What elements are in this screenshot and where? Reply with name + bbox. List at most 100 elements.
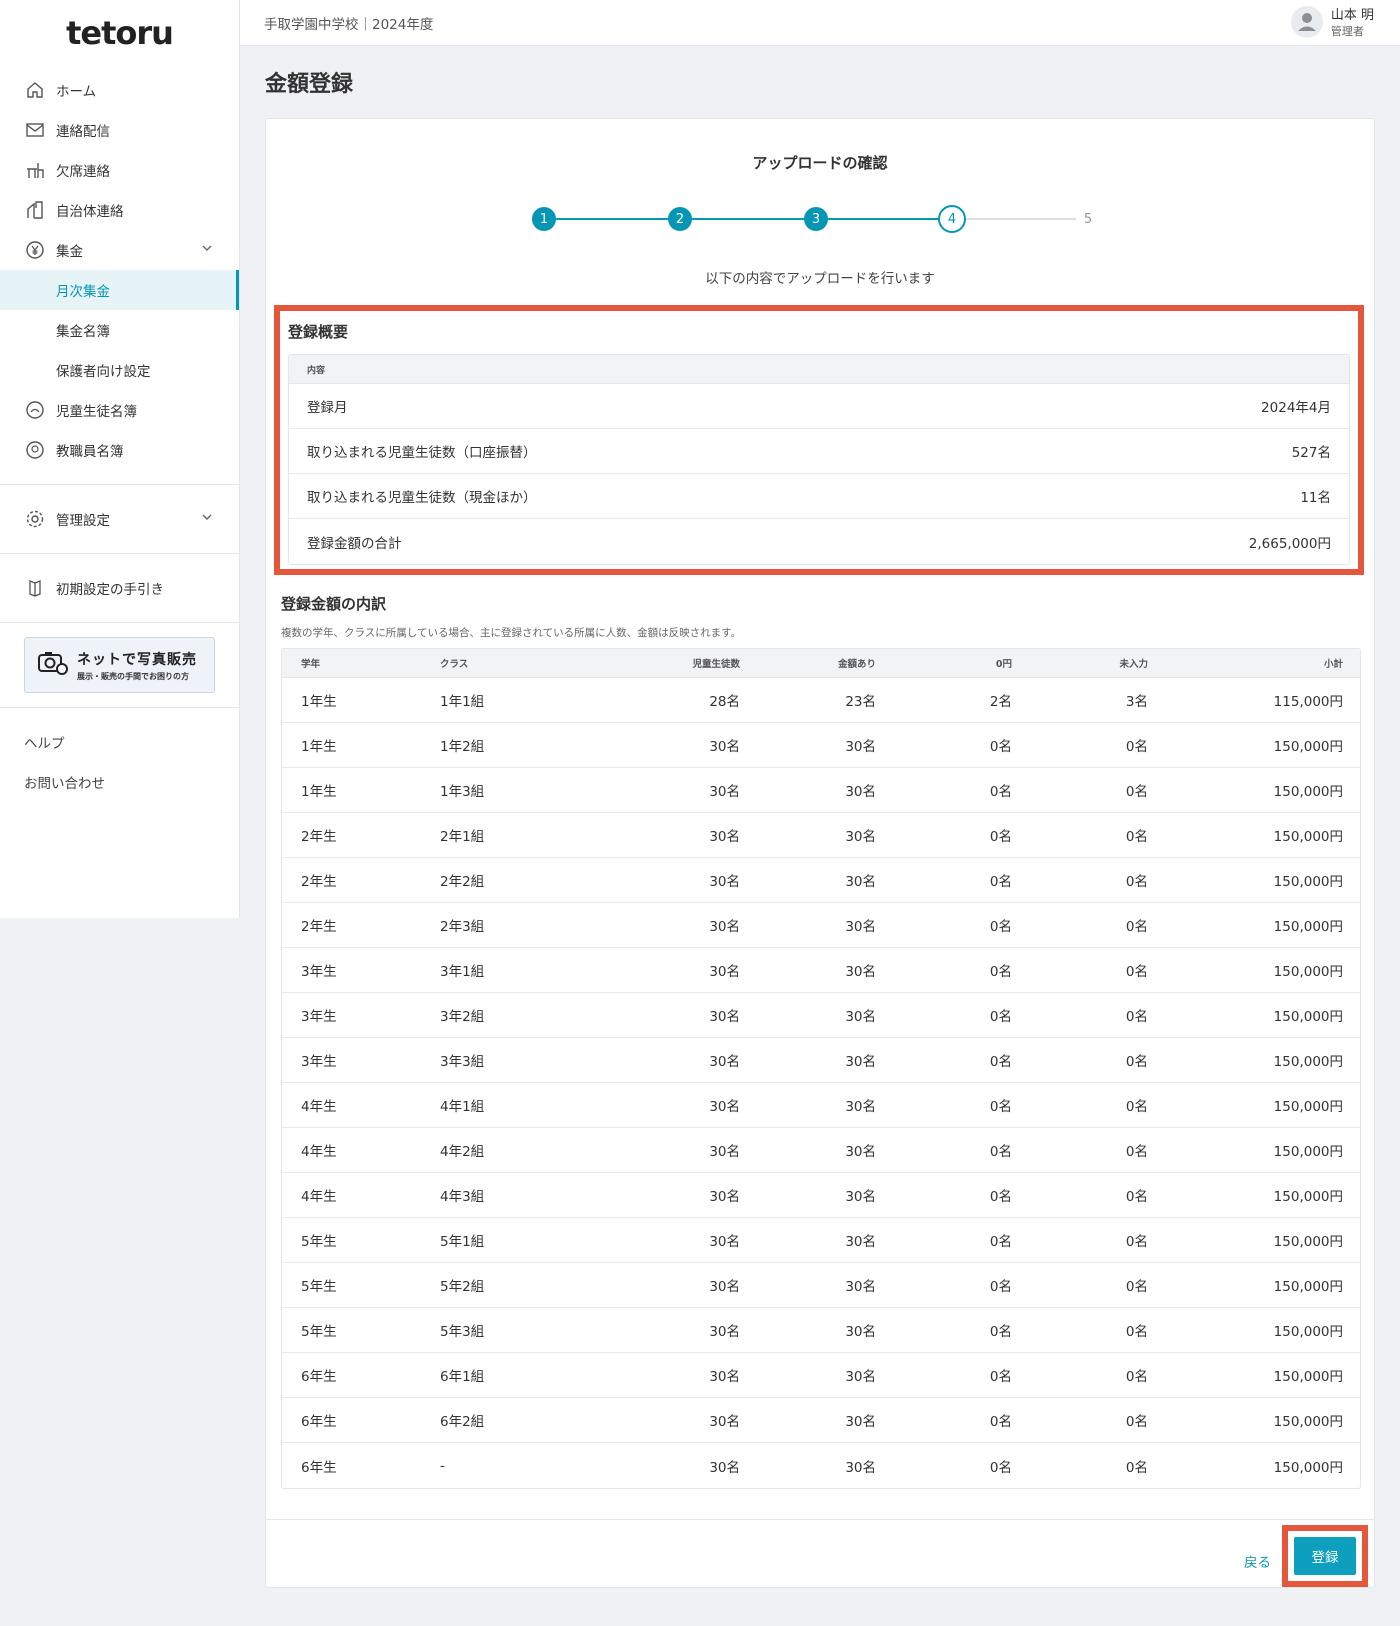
cell-class: 1年1組 — [440, 694, 485, 710]
cell-with-amount: 30名 — [845, 1324, 876, 1340]
table-row: 2年生 2年2組 30名 30名 0名 0名 150,000円 — [282, 858, 1360, 903]
cell-zero-yen: 0名 — [989, 1324, 1012, 1340]
promo-main-text: ネットで写真販売 — [77, 651, 197, 668]
stepper: 1 2 3 4 5 — [266, 205, 1374, 233]
sidebar-item-label: 管理設定 — [56, 513, 110, 529]
sidebar-item-label: ホーム — [56, 84, 97, 100]
cell-not-entered: 0名 — [1125, 1414, 1148, 1430]
col-zero-yen: 0円 — [995, 659, 1012, 670]
sidebar-nav: ホーム 連絡配信 欠席連絡 自治体連絡 集金 月次集金 集金名簿 保護者向け設定… — [0, 62, 239, 470]
table-row: 6年生 - 30名 30名 0名 0名 150,000円 — [282, 1443, 1360, 1488]
cell-subtotal: 150,000円 — [1273, 739, 1343, 755]
breakdown-body: 1年生 1年1組 28名 23名 2名 3名 115,000円 1年生 1年2組 30名 30名 0名… — [282, 678, 1360, 1488]
sidebar-item-admin-settings[interactable]: 管理設定 — [0, 499, 239, 539]
yen-icon — [24, 239, 46, 261]
sidebar-item-collection[interactable]: 集金 — [0, 230, 239, 270]
step-connector — [680, 218, 816, 220]
col-with-amount: 金額あり — [837, 659, 876, 670]
photo-sales-banner[interactable]: ネットで写真販売 展示・販売の手間でお困りの方 — [24, 637, 215, 693]
chevron-down-icon — [201, 242, 213, 258]
cell-class: 3年2組 — [440, 1009, 485, 1025]
cell-students: 30名 — [709, 874, 740, 890]
cell-students: 30名 — [709, 1279, 740, 1295]
user-role: 管理者 — [1330, 25, 1364, 38]
cell-grade: 6年生 — [301, 1459, 337, 1476]
cell-class: 4年3組 — [440, 1189, 485, 1205]
sidebar-item-setup-guide[interactable]: 初期設定の手引き — [0, 568, 239, 608]
sidebar-item-label: 自治体連絡 — [56, 204, 124, 220]
cell-grade: 6年生 — [301, 1414, 337, 1430]
cell-with-amount: 30名 — [845, 1369, 876, 1385]
cell-not-entered: 0名 — [1125, 1189, 1148, 1205]
cell-grade: 5年生 — [301, 1234, 337, 1250]
avatar-icon — [1290, 6, 1323, 42]
cell-subtotal: 150,000円 — [1273, 1414, 1343, 1430]
cell-zero-yen: 0名 — [989, 1189, 1012, 1205]
submit-highlight: 登録 — [1282, 1525, 1368, 1587]
cell-subtotal: 150,000円 — [1273, 1189, 1343, 1205]
table-row: 3年生 3年2組 30名 30名 0名 0名 150,000円 — [282, 993, 1360, 1038]
summary-label: 登録月 — [307, 400, 348, 416]
table-row: 4年生 4年1組 30名 30名 0名 0名 150,000円 — [282, 1083, 1360, 1128]
summary-value: 2024年4月 — [1261, 400, 1331, 416]
cell-grade: 3年生 — [301, 964, 337, 980]
sidebar-item-absence[interactable]: 欠席連絡 — [0, 150, 239, 190]
cell-students: 30名 — [709, 1459, 740, 1476]
cell-zero-yen: 0名 — [989, 1009, 1012, 1025]
cell-class: - — [440, 1457, 445, 1474]
sidebar-item-teachers[interactable]: 教職員名簿 — [0, 430, 239, 470]
cell-class: 2年1組 — [440, 829, 485, 845]
tetoru-logo[interactable]: tetoru — [0, 0, 239, 62]
cell-students: 30名 — [709, 739, 740, 755]
cell-not-entered: 0名 — [1125, 1234, 1148, 1250]
step-5: 5 — [1083, 211, 1093, 227]
building-icon — [24, 199, 46, 221]
step-1: 1 — [532, 207, 556, 231]
step-4-current: 4 — [938, 205, 966, 233]
sidebar-divider — [0, 707, 239, 708]
table-row: 2年生 2年1組 30名 30名 0名 0名 150,000円 — [282, 813, 1360, 858]
cell-class: 2年2組 — [440, 874, 485, 890]
summary-row: 取り込まれる児童生徒数（現金ほか） 11名 — [289, 474, 1349, 519]
sidebar-subitem-guardian-settings[interactable]: 保護者向け設定 — [0, 350, 239, 390]
logo-text: tetoru — [66, 14, 174, 52]
sidebar-subitem-monthly[interactable]: 月次集金 — [0, 270, 239, 310]
cell-class: 1年3組 — [440, 784, 485, 800]
sidebar-item-municipality[interactable]: 自治体連絡 — [0, 190, 239, 230]
footer-divider — [266, 1519, 1374, 1520]
cell-with-amount: 30名 — [845, 784, 876, 800]
breakdown-header: 学年 クラス 児童生徒数 金額あり 0円 未入力 小計 — [282, 649, 1360, 678]
sidebar-item-label: 欠席連絡 — [56, 164, 110, 180]
cell-zero-yen: 0名 — [989, 1459, 1012, 1476]
cell-zero-yen: 0名 — [989, 1414, 1012, 1430]
register-button[interactable]: 登録 — [1294, 1537, 1356, 1575]
cell-class: 5年3組 — [440, 1324, 485, 1340]
cell-not-entered: 0名 — [1125, 1459, 1148, 1476]
col-subtotal: 小計 — [1323, 659, 1343, 670]
summary-label: 登録金額の合計 — [307, 535, 402, 552]
cell-not-entered: 0名 — [1125, 829, 1148, 845]
sidebar-item-messages[interactable]: 連絡配信 — [0, 110, 239, 150]
cell-not-entered: 0名 — [1125, 739, 1148, 755]
sidebar-subitem-roster[interactable]: 集金名簿 — [0, 310, 239, 350]
cell-subtotal: 150,000円 — [1273, 1279, 1343, 1295]
help-link[interactable]: ヘルプ — [0, 722, 239, 762]
user-menu[interactable]: 山本 明 管理者 — [1290, 6, 1374, 42]
contact-link[interactable]: お問い合わせ — [0, 762, 239, 802]
back-link[interactable]: 戻る — [1244, 1551, 1271, 1571]
cell-with-amount: 30名 — [845, 1414, 876, 1430]
cell-students: 30名 — [709, 1054, 740, 1070]
desk-icon — [24, 159, 46, 181]
table-row: 6年生 6年2組 30名 30名 0名 0名 150,000円 — [282, 1398, 1360, 1443]
students-icon — [24, 399, 46, 421]
sidebar-item-home[interactable]: ホーム — [0, 70, 239, 110]
step-title: アップロードの確認 — [752, 154, 888, 172]
cell-not-entered: 0名 — [1125, 1054, 1148, 1070]
promo-sub-text: 展示・販売の手間でお困りの方 — [77, 671, 189, 681]
sidebar-item-students[interactable]: 児童生徒名簿 — [0, 390, 239, 430]
cell-grade: 2年生 — [301, 874, 337, 890]
cell-students: 30名 — [709, 829, 740, 845]
table-row: 4年生 4年3組 30名 30名 0名 0名 150,000円 — [282, 1173, 1360, 1218]
summary-value: 527名 — [1291, 445, 1331, 461]
chevron-down-icon — [201, 511, 213, 527]
